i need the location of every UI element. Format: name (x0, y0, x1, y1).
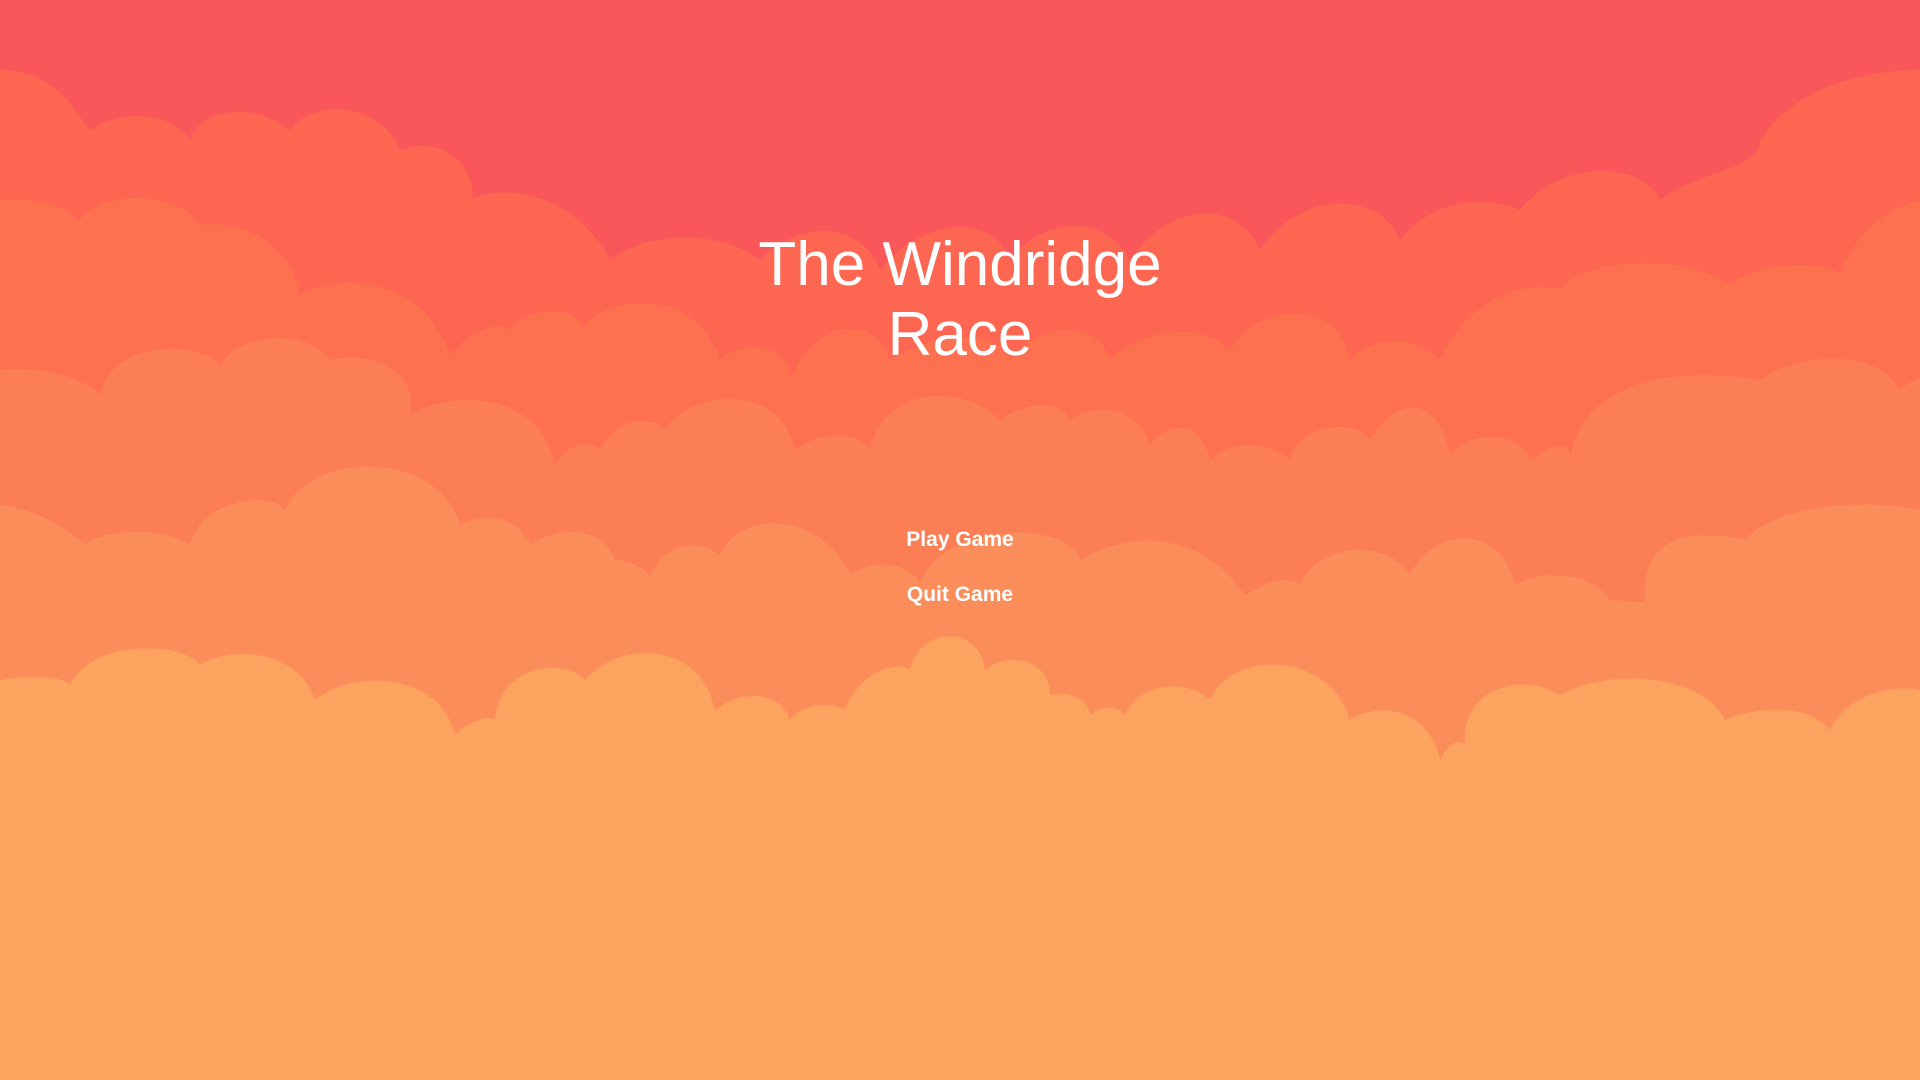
game-title-line-1: The Windridge (758, 230, 1162, 299)
title-screen: The Windridge Race Play Game Quit Game (0, 0, 1920, 1080)
play-game-button[interactable]: Play Game (860, 520, 1060, 560)
quit-game-button[interactable]: Quit Game (860, 575, 1060, 615)
game-title: The Windridge Race (0, 230, 1920, 370)
cloud-layer-5 (0, 636, 1920, 1080)
game-title-line-2: Race (887, 300, 1033, 369)
